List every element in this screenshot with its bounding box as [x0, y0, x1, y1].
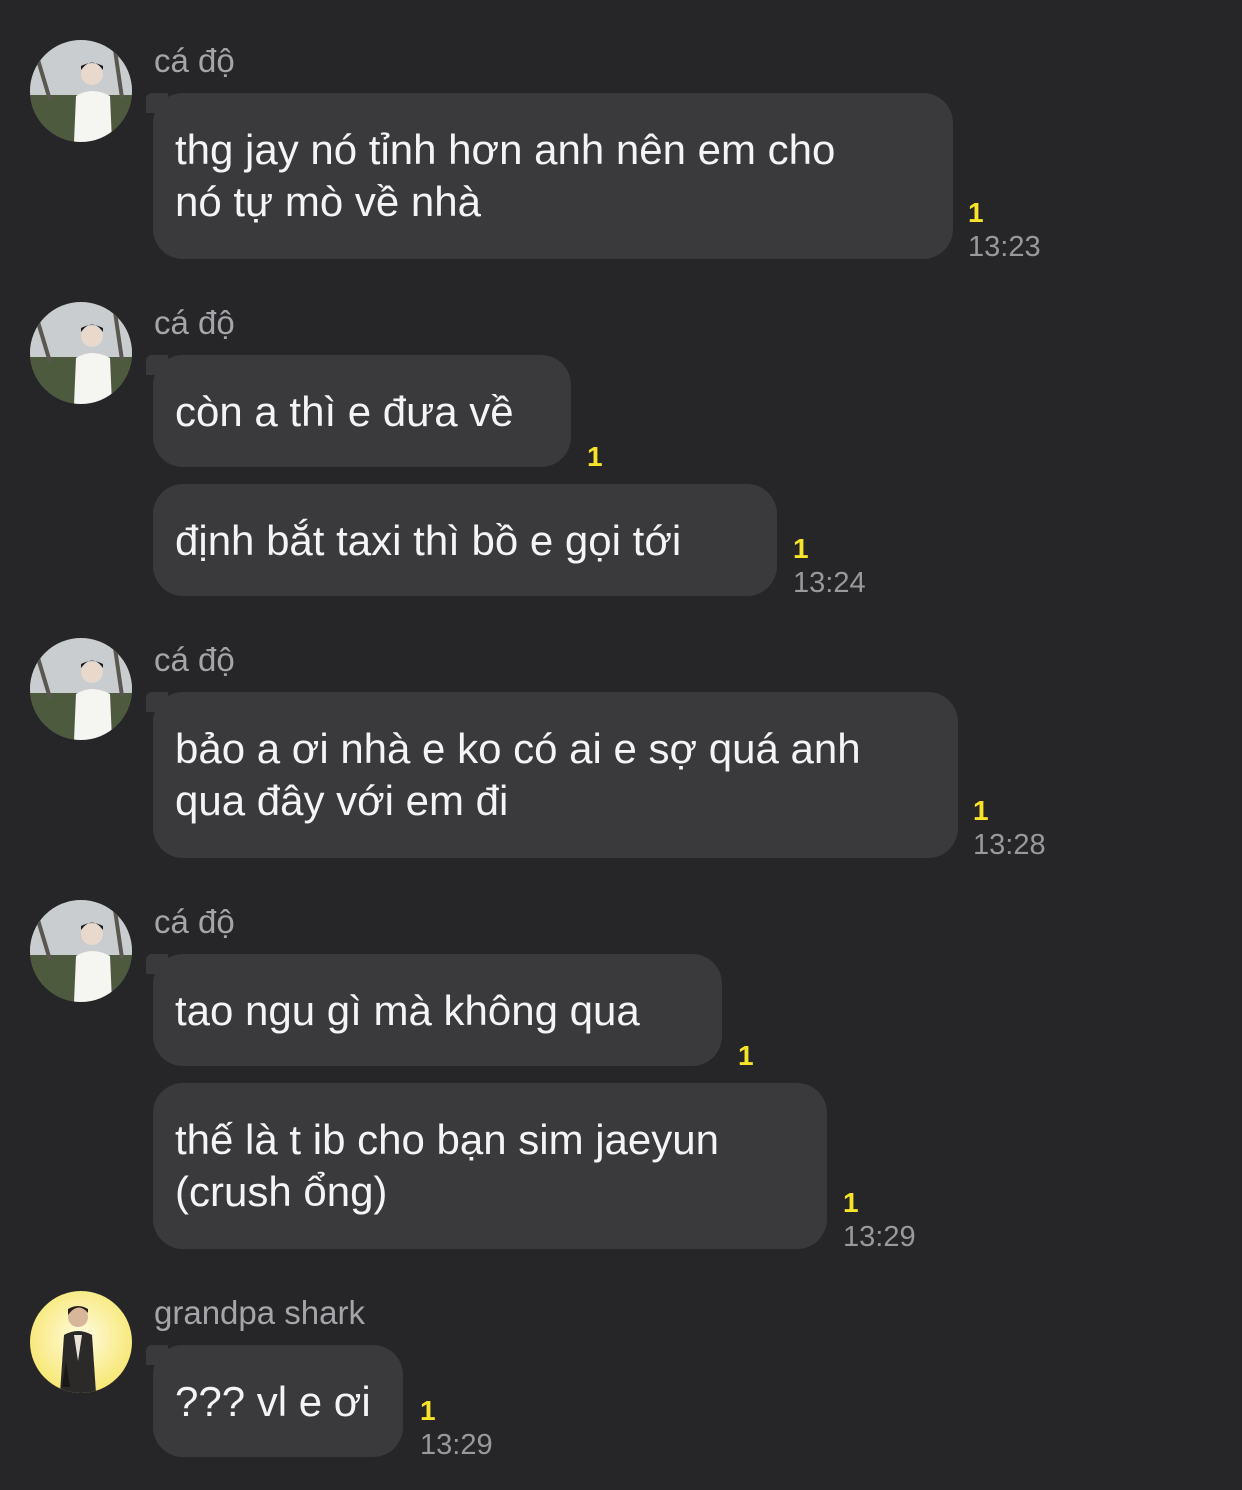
person-white-shirt-avatar-icon — [30, 302, 132, 404]
message-text-line: thg jay nó tỉnh hơn anh nên em cho — [175, 126, 836, 173]
message-bubble[interactable]: còn a thì e đưa về — [146, 355, 571, 467]
message-bubble[interactable]: bảo a ơi nhà e ko có ai e sợ quá anh qua… — [146, 692, 958, 858]
message-bubble[interactable]: định bắt taxi thì bồ e gọi tới — [153, 484, 777, 596]
sender-avatar[interactable] — [30, 638, 132, 740]
message-meta: 1 13:28 — [973, 794, 1046, 862]
message-text-line: bảo a ơi nhà e ko có ai e sợ quá anh — [175, 725, 861, 772]
sender-name: cá độ — [154, 42, 235, 79]
person-white-shirt-avatar-icon — [30, 40, 132, 142]
person-white-shirt-avatar-icon — [30, 638, 132, 740]
unread-count: 1 — [738, 1040, 754, 1071]
message-meta: 1 13:29 — [420, 1394, 493, 1462]
sender-avatar[interactable] — [30, 900, 132, 1002]
unread-count: 1 — [587, 441, 603, 472]
unread-count: 1 — [793, 533, 809, 564]
message-meta: 1 — [587, 440, 603, 474]
message-text-line: tao ngu gì mà không qua — [175, 987, 640, 1034]
person-white-shirt-avatar-icon — [30, 900, 132, 1002]
unread-count: 1 — [968, 197, 984, 228]
person-yellow-background-avatar-icon — [30, 1291, 132, 1393]
message-text-line: ??? vl e ơi — [175, 1378, 371, 1425]
message-meta: 1 13:24 — [793, 532, 866, 600]
message-bubble[interactable]: thế là t ib cho bạn sim jaeyun (crush ổn… — [153, 1083, 827, 1249]
message-time: 13:23 — [968, 231, 1041, 263]
unread-count: 1 — [420, 1395, 436, 1426]
message-text-line: định bắt taxi thì bồ e gọi tới — [175, 517, 682, 564]
message-text-line: qua đây với em đi — [175, 777, 509, 824]
message-text-line: nó tự mò về nhà — [175, 178, 481, 225]
message-time: 13:29 — [420, 1429, 493, 1461]
message-bubble[interactable]: thg jay nó tỉnh hơn anh nên em cho nó tự… — [146, 93, 953, 259]
message-meta: 1 13:29 — [843, 1186, 916, 1254]
message-text-line: (crush ổng) — [175, 1168, 388, 1215]
message-time: 13:29 — [843, 1221, 916, 1253]
sender-avatar[interactable] — [30, 302, 132, 404]
message-meta: 1 — [738, 1039, 754, 1073]
sender-avatar[interactable] — [30, 40, 132, 142]
sender-name: cá độ — [154, 641, 235, 678]
unread-count: 1 — [843, 1187, 859, 1218]
message-text-line: thế là t ib cho bạn sim jaeyun — [175, 1116, 719, 1163]
message-bubble[interactable]: tao ngu gì mà không qua — [146, 954, 722, 1066]
message-bubble[interactable]: ??? vl e ơi — [146, 1345, 403, 1457]
sender-name: grandpa shark — [154, 1294, 365, 1331]
unread-count: 1 — [973, 795, 989, 826]
message-time: 13:24 — [793, 567, 866, 599]
message-time: 13:28 — [973, 829, 1046, 861]
sender-name: cá độ — [154, 903, 235, 940]
sender-avatar[interactable] — [30, 1291, 132, 1393]
message-meta: 1 13:23 — [968, 196, 1041, 264]
sender-name: cá độ — [154, 304, 235, 341]
message-text-line: còn a thì e đưa về — [175, 388, 514, 435]
